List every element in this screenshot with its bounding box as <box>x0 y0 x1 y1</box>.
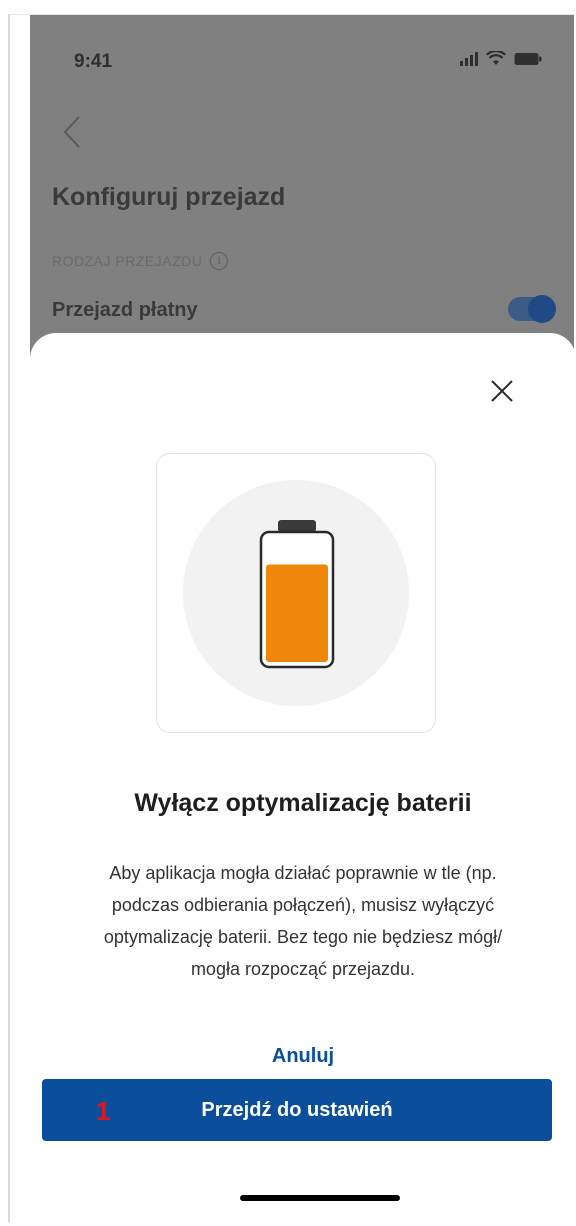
battery-optimization-sheet: Wyłącz optymalizację baterii Aby aplikac… <box>30 333 574 1222</box>
go-to-settings-button[interactable]: 1 Przejdź do ustawień <box>42 1079 552 1141</box>
ride-type-toggle[interactable] <box>508 295 556 323</box>
cancel-button[interactable]: Anuluj <box>30 1045 574 1068</box>
ride-type-label: Przejazd płatny <box>52 299 198 321</box>
description-line: mogła rozpocząć przejazdu. <box>190 959 416 979</box>
chevron-left-icon[interactable] <box>62 115 82 149</box>
info-icon[interactable]: i <box>210 252 229 270</box>
wifi-icon <box>486 51 506 66</box>
cellular-signal-icon <box>460 52 478 66</box>
step-marker: 1 <box>96 1096 111 1126</box>
description-line: optymalizację baterii. Bez tego nie będz… <box>103 927 503 947</box>
battery-illustration-icon <box>258 520 336 670</box>
toggle-knob <box>528 295 556 323</box>
phone-frame: 9:41 Konfiguruj przejazd RODZAJ PRZEJAZD… <box>8 14 574 1222</box>
section-label: RODZAJ PRZEJAZDU i <box>52 252 229 270</box>
sheet-description: Aby aplikacja mogła działać poprawnie w … <box>48 857 558 985</box>
sheet-title: Wyłącz optymalizację baterii <box>134 789 472 817</box>
status-icons <box>460 51 542 66</box>
description-line: podczas odbierania połączeń), musisz wył… <box>111 895 495 915</box>
status-time: 9:41 <box>74 51 113 72</box>
home-indicator <box>240 1195 400 1201</box>
section-label-text: RODZAJ PRZEJAZDU <box>52 253 203 269</box>
close-icon[interactable] <box>484 373 520 409</box>
status-bar: 9:41 <box>30 15 574 95</box>
battery-icon <box>514 52 542 66</box>
page-title: Konfiguruj przejazd <box>52 183 286 211</box>
description-line: Aby aplikacja mogła działać poprawnie w … <box>109 863 497 883</box>
go-to-settings-label: Przejdź do ustawień <box>201 1098 393 1121</box>
illustration-card <box>156 453 436 733</box>
